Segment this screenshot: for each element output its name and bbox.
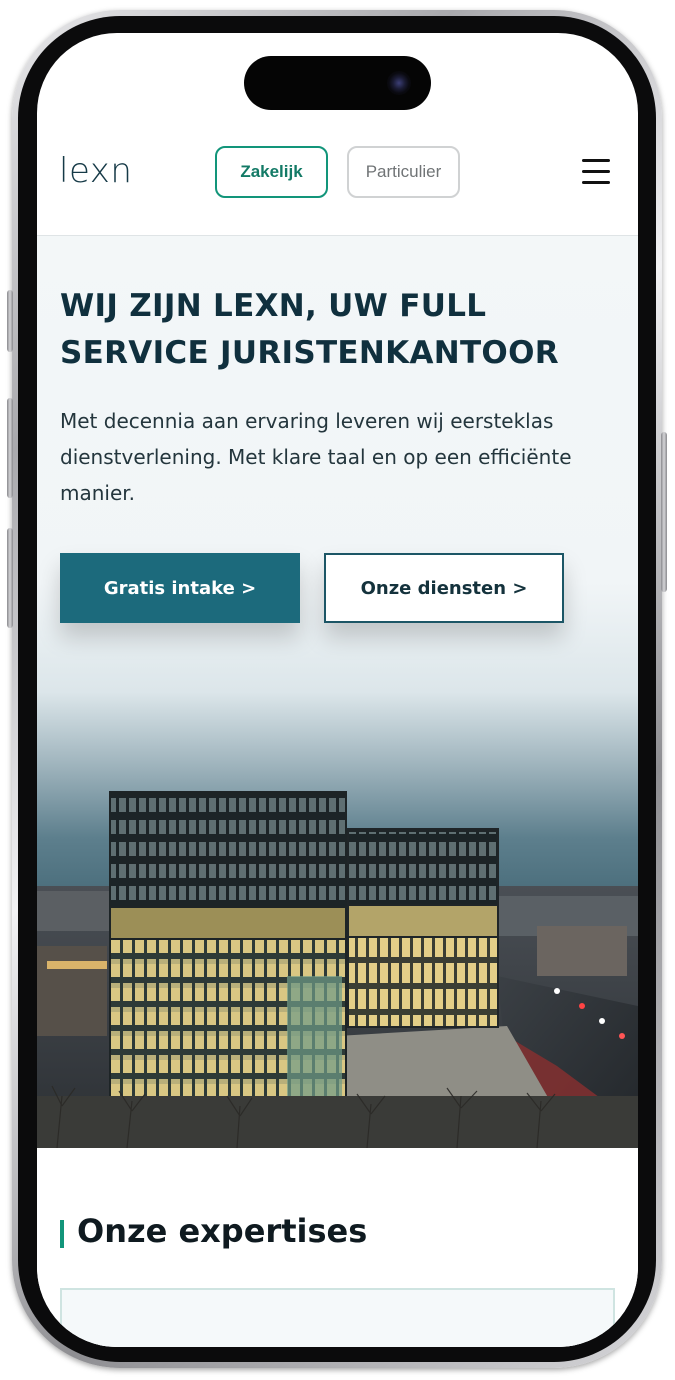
phone-screen: lexn Zakelijk Particulier WIJ ZIJN LEXN,… <box>37 33 638 1347</box>
site-header: lexn Zakelijk Particulier <box>37 137 638 236</box>
expertises-title: Onze expertises <box>77 1212 368 1250</box>
gratis-intake-button[interactable]: Gratis intake > <box>60 553 300 623</box>
hero-description: Met decennia aan ervaring leveren wij ee… <box>60 409 572 505</box>
volume-down-button <box>7 528 13 628</box>
hero-section: WIJ ZIJN LEXN, UW FULL SERVICE JURISTENK… <box>37 236 638 1148</box>
onze-diensten-button[interactable]: Onze diensten > <box>324 553 564 623</box>
expertise-card[interactable] <box>60 1288 615 1347</box>
front-camera-icon <box>387 71 411 95</box>
expertises-section: Onze expertises <box>37 1148 638 1347</box>
section-accent-bar <box>60 1220 64 1248</box>
lexn-logo[interactable]: lexn <box>59 151 132 191</box>
zakelijk-toggle-button[interactable]: Zakelijk <box>215 146 328 198</box>
volume-up-button <box>7 398 13 498</box>
power-button <box>661 432 667 592</box>
dynamic-island <box>244 56 431 110</box>
hero-title: WIJ ZIJN LEXN, UW FULL SERVICE JURISTENK… <box>60 288 559 371</box>
action-button <box>7 290 13 352</box>
hamburger-menu-icon[interactable] <box>582 159 612 185</box>
office-building-photo <box>37 791 638 1148</box>
particulier-toggle-button[interactable]: Particulier <box>347 146 460 198</box>
